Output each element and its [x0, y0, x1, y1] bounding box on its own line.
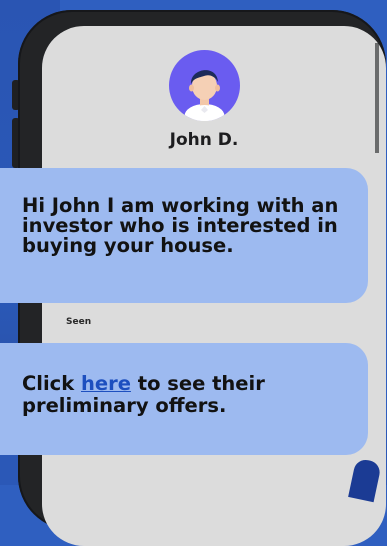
phone-edge-highlight — [375, 43, 379, 153]
message-text-1: Hi John I am working with an investor wh… — [22, 194, 339, 257]
message-bubble-2: Click here to see their preliminary offe… — [0, 343, 368, 455]
avatar-illustration — [184, 70, 225, 121]
offers-link[interactable]: here — [81, 372, 131, 395]
user-avatar-icon[interactable] — [169, 50, 240, 121]
seen-status: Seen — [66, 317, 92, 327]
contact-name: John D. — [169, 130, 239, 150]
message-text-2-before: Click — [22, 372, 81, 395]
message-bubble-1: Hi John I am working with an investor wh… — [0, 168, 368, 303]
